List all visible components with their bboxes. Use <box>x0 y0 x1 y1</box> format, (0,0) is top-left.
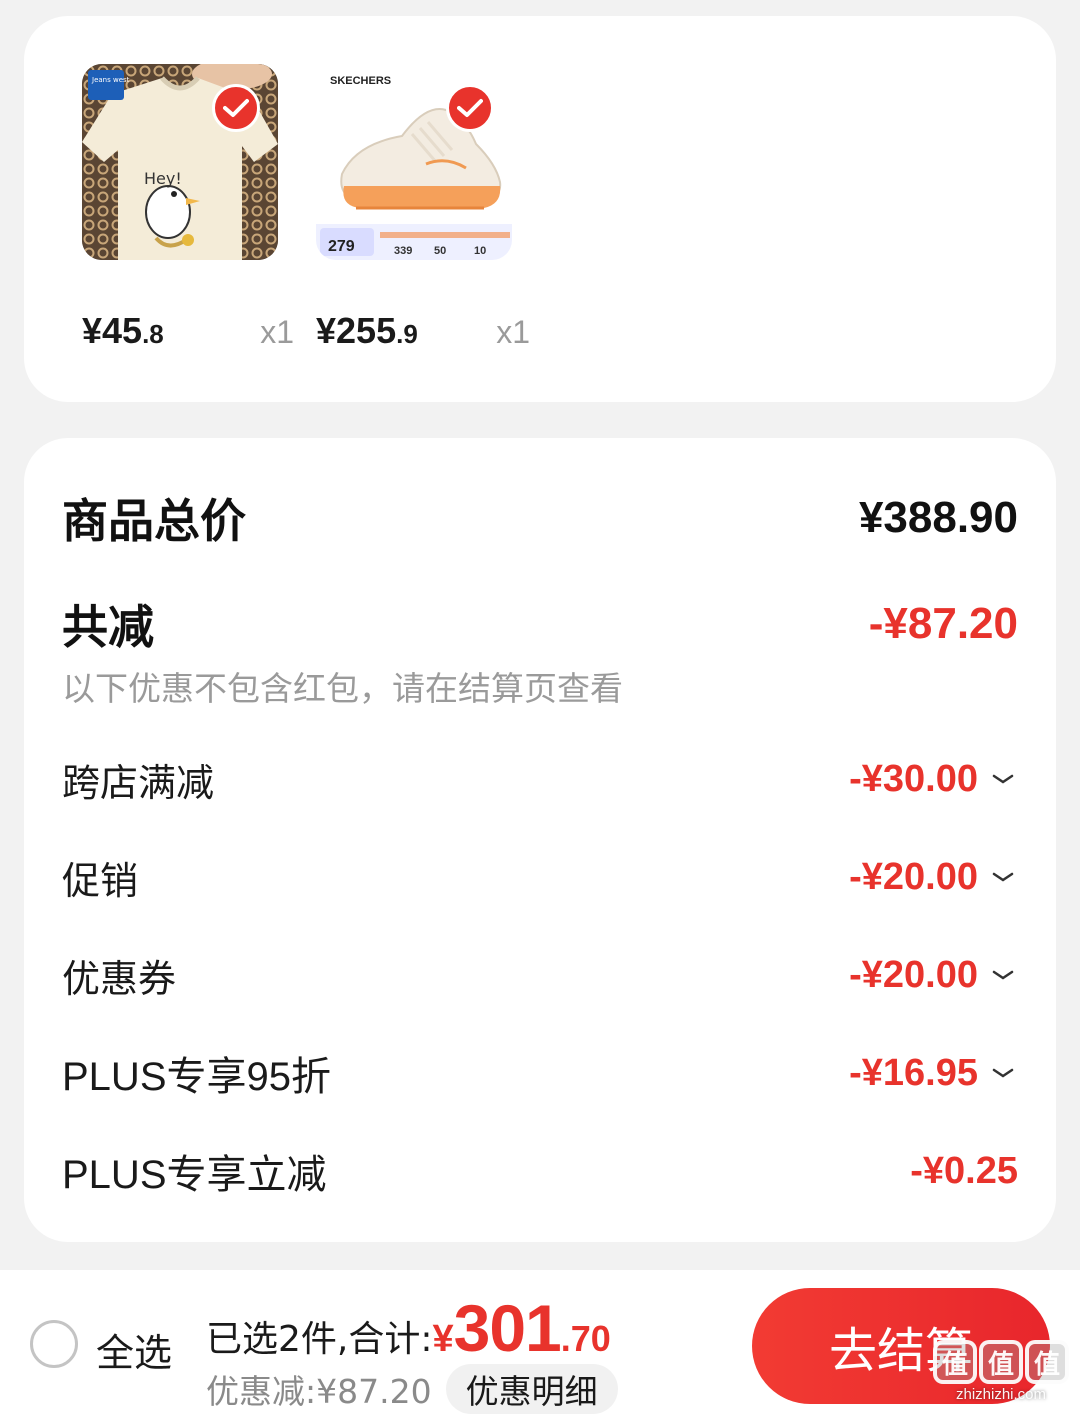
price-summary-card: 商品总价 ¥388.90 共减 -¥87.20 以下优惠不包含红包，请在结算页查… <box>24 438 1056 1242</box>
shoe-promo-value-1: 339 <box>394 245 412 257</box>
discount-value: -¥20.00 <box>849 855 978 898</box>
product-item-shoe[interactable]: SKECHERS 279 339 50 10 ¥255.9 x1 <box>316 64 530 351</box>
checkout-bar: 全选 已选2件,合计: ¥ 301 .70 优惠减:¥87.20 优惠明细 去结… <box>0 1270 1080 1420</box>
total-price-label: 商品总价 <box>62 494 246 548</box>
product-price: ¥255.9 <box>316 310 418 351</box>
tee-print-text: Hey! <box>144 169 182 188</box>
total-amount-decimal: .70 <box>560 1318 611 1359</box>
discount-value: -¥0.25 <box>910 1149 1018 1192</box>
check-circle-icon[interactable] <box>446 84 494 132</box>
discount-row-plus-instant: PLUS专享立减 -¥0.25 <box>62 1146 1018 1198</box>
total-price-value: ¥388.90 <box>858 493 1018 542</box>
selected-products-card: Hey! Jeans west ¥45.8 x1 SKECHERS 279 33… <box>24 16 1056 402</box>
total-price-row: 商品总价 ¥388.90 <box>62 488 1018 548</box>
product-quantity: x1 <box>496 314 530 350</box>
discount-row-plus-95[interactable]: PLUS专享95折 -¥16.95 <box>62 1048 1018 1099</box>
discount-label: PLUS专享95折 <box>62 1055 331 1099</box>
total-currency: ¥ <box>432 1318 454 1360</box>
discount-label: 促销 <box>62 858 139 903</box>
chevron-down-icon[interactable] <box>988 1063 1018 1083</box>
brand-badge-text: Jeans west <box>91 76 130 84</box>
discount-value: -¥20.00 <box>849 953 978 996</box>
total-reduction-label: 共减 <box>62 600 154 654</box>
radio-unchecked-icon[interactable] <box>30 1320 78 1368</box>
chevron-down-icon[interactable] <box>988 965 1018 985</box>
selected-total-line: 已选2件,合计: ¥ 301 .70 <box>206 1290 611 1366</box>
discount-row-coupon[interactable]: 优惠券 -¥20.00 <box>62 950 1018 1001</box>
discount-label: 跨店满减 <box>62 760 215 805</box>
product-price-row: ¥255.9 x1 <box>316 310 536 352</box>
check-circle-icon[interactable] <box>212 84 260 132</box>
total-reduction-value: -¥87.20 <box>868 599 1018 648</box>
product-price: ¥45.8 <box>82 310 164 351</box>
product-price-row: ¥45.8 x1 <box>82 310 300 352</box>
checkout-button[interactable]: 去结算 <box>752 1288 1050 1404</box>
discount-label: 优惠券 <box>62 956 177 1001</box>
chevron-down-icon[interactable] <box>988 769 1018 789</box>
discount-summary-line: 优惠减:¥87.20 优惠明细 <box>206 1364 618 1414</box>
product-thumbnail-shoe[interactable]: SKECHERS 279 339 50 10 <box>316 64 512 260</box>
shoe-brand-text: SKECHERS <box>330 75 391 87</box>
discount-amount-text: 优惠减:¥87.20 <box>206 1372 432 1411</box>
shoe-promo-value-3: 10 <box>474 245 486 257</box>
shoe-promo-price: 279 <box>328 238 355 255</box>
discount-value: -¥16.95 <box>849 1051 978 1094</box>
select-all-label[interactable]: 全选 <box>96 1322 172 1377</box>
discount-row-cross-store[interactable]: 跨店满减 -¥30.00 <box>62 754 1018 805</box>
selected-count-text: 已选2件,合计: <box>206 1319 433 1360</box>
total-reduction-row: 共减 -¥87.20 <box>62 594 1018 654</box>
chevron-down-icon[interactable] <box>988 867 1018 887</box>
discount-row-promotion[interactable]: 促销 -¥20.00 <box>62 852 1018 903</box>
product-item-tee[interactable]: Hey! Jeans west ¥45.8 x1 <box>82 64 294 351</box>
total-amount-integer: 301 <box>453 1291 562 1365</box>
discount-detail-button[interactable]: 优惠明细 <box>445 1364 618 1414</box>
product-quantity: x1 <box>260 314 294 350</box>
shoe-promo-value-2: 50 <box>434 245 446 257</box>
discount-label: PLUS专享立减 <box>62 1153 327 1197</box>
discount-note: 以下优惠不包含红包，请在结算页查看 <box>62 669 623 708</box>
product-thumbnail-tee[interactable]: Hey! Jeans west <box>82 64 278 260</box>
discount-value: -¥30.00 <box>849 757 978 800</box>
